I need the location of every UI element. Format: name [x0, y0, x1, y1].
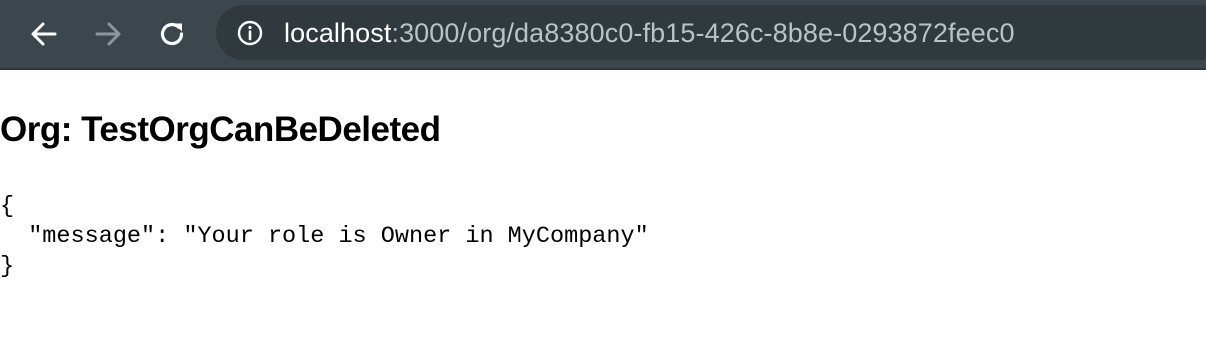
page-title: Org: TestOrgCanBeDeleted	[0, 110, 441, 149]
arrow-right-icon	[95, 22, 121, 46]
arrow-left-icon	[31, 22, 57, 46]
reload-icon	[160, 22, 184, 46]
json-response: { "message": "Your role is Owner in MyCo…	[0, 192, 649, 282]
url-text[interactable]: localhost:3000/org/da8380c0-fb15-426c-8b…	[284, 16, 1015, 50]
url-host: localhost	[284, 18, 392, 48]
info-icon[interactable]	[236, 19, 264, 47]
back-button[interactable]	[22, 12, 66, 56]
json-message-line: "message": "Your role is Owner in MyComp…	[0, 223, 649, 250]
browser-toolbar: localhost:3000/org/da8380c0-fb15-426c-8b…	[0, 0, 1206, 70]
reload-button[interactable]	[150, 12, 194, 56]
address-bar[interactable]: localhost:3000/org/da8380c0-fb15-426c-8b…	[216, 5, 1206, 60]
json-close-brace: }	[0, 253, 15, 280]
forward-button[interactable]	[86, 12, 130, 56]
url-path: :3000/org/da8380c0-fb15-426c-8b8e-029387…	[391, 18, 1015, 48]
json-open-brace: {	[0, 193, 15, 220]
